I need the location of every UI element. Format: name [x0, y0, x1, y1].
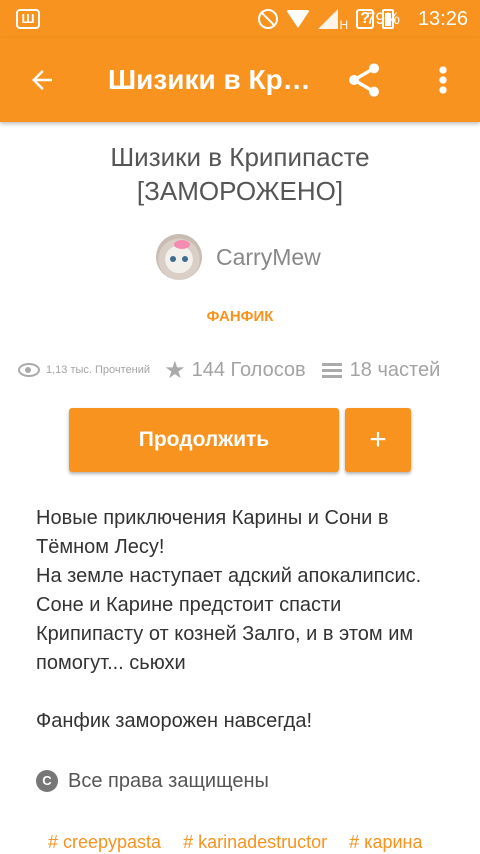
- status-bar: Ш H ? 79% 13:26: [0, 0, 480, 38]
- parts-count: 18 частей: [349, 358, 441, 381]
- tag-item[interactable]: # karinadestructor: [183, 832, 327, 853]
- reads-count: 1,13 тыс. Прочтений: [46, 364, 151, 376]
- share-icon[interactable]: [344, 60, 388, 100]
- more-vertical-icon[interactable]: [428, 60, 458, 100]
- avatar-eye: [182, 256, 188, 262]
- avatar-eye: [170, 256, 176, 262]
- story-title: Шизики в Крипипасте [ЗАМОРОЖЕНО]: [110, 142, 370, 206]
- network-type-label: H: [339, 18, 349, 32]
- clock: 13:26: [417, 8, 468, 30]
- dnd-icon: [257, 9, 278, 29]
- story-stats: 1,13 тыс. Прочтений ★ 144 Голосов 18 час…: [18, 356, 440, 384]
- copyright-row: C Все права защищены: [36, 768, 269, 794]
- author-row[interactable]: CarryMew: [156, 234, 321, 280]
- copyright-label: Все права защищены: [68, 769, 269, 792]
- avatar[interactable]: [156, 234, 202, 280]
- tag-item[interactable]: # creepypasta: [48, 832, 161, 853]
- app-bar-title: Шизики в Крипипасте [ЗАМОРОЖЕНО]: [108, 64, 312, 95]
- star-icon: ★: [164, 356, 186, 384]
- signal-icon: [317, 9, 338, 29]
- battery-percent: 79%: [366, 9, 401, 28]
- arrow-back-icon[interactable]: [22, 60, 62, 100]
- tag-list: # creepypasta # karinadestructor # карин…: [48, 832, 422, 853]
- add-to-library-button[interactable]: +: [345, 408, 411, 472]
- votes-count: 144 Голосов: [191, 358, 306, 381]
- story-description: Новые приключения Карины и Сони в Тёмном…: [36, 507, 422, 732]
- author-name[interactable]: CarryMew: [216, 244, 321, 271]
- bow-decoration: [174, 240, 190, 249]
- app-bar: Шизики в Крипипасте [ЗАМОРОЖЕНО]: [0, 38, 480, 122]
- wifi-icon: [285, 10, 310, 28]
- eye-icon: [18, 363, 40, 377]
- app-badge-icon: Ш: [16, 9, 40, 29]
- tag-item[interactable]: # карина: [349, 832, 422, 853]
- category-label[interactable]: ФАНФИК: [0, 308, 480, 325]
- list-icon: [321, 362, 342, 378]
- copyright-icon: C: [36, 770, 58, 792]
- continue-reading-button[interactable]: Продолжить: [69, 408, 339, 472]
